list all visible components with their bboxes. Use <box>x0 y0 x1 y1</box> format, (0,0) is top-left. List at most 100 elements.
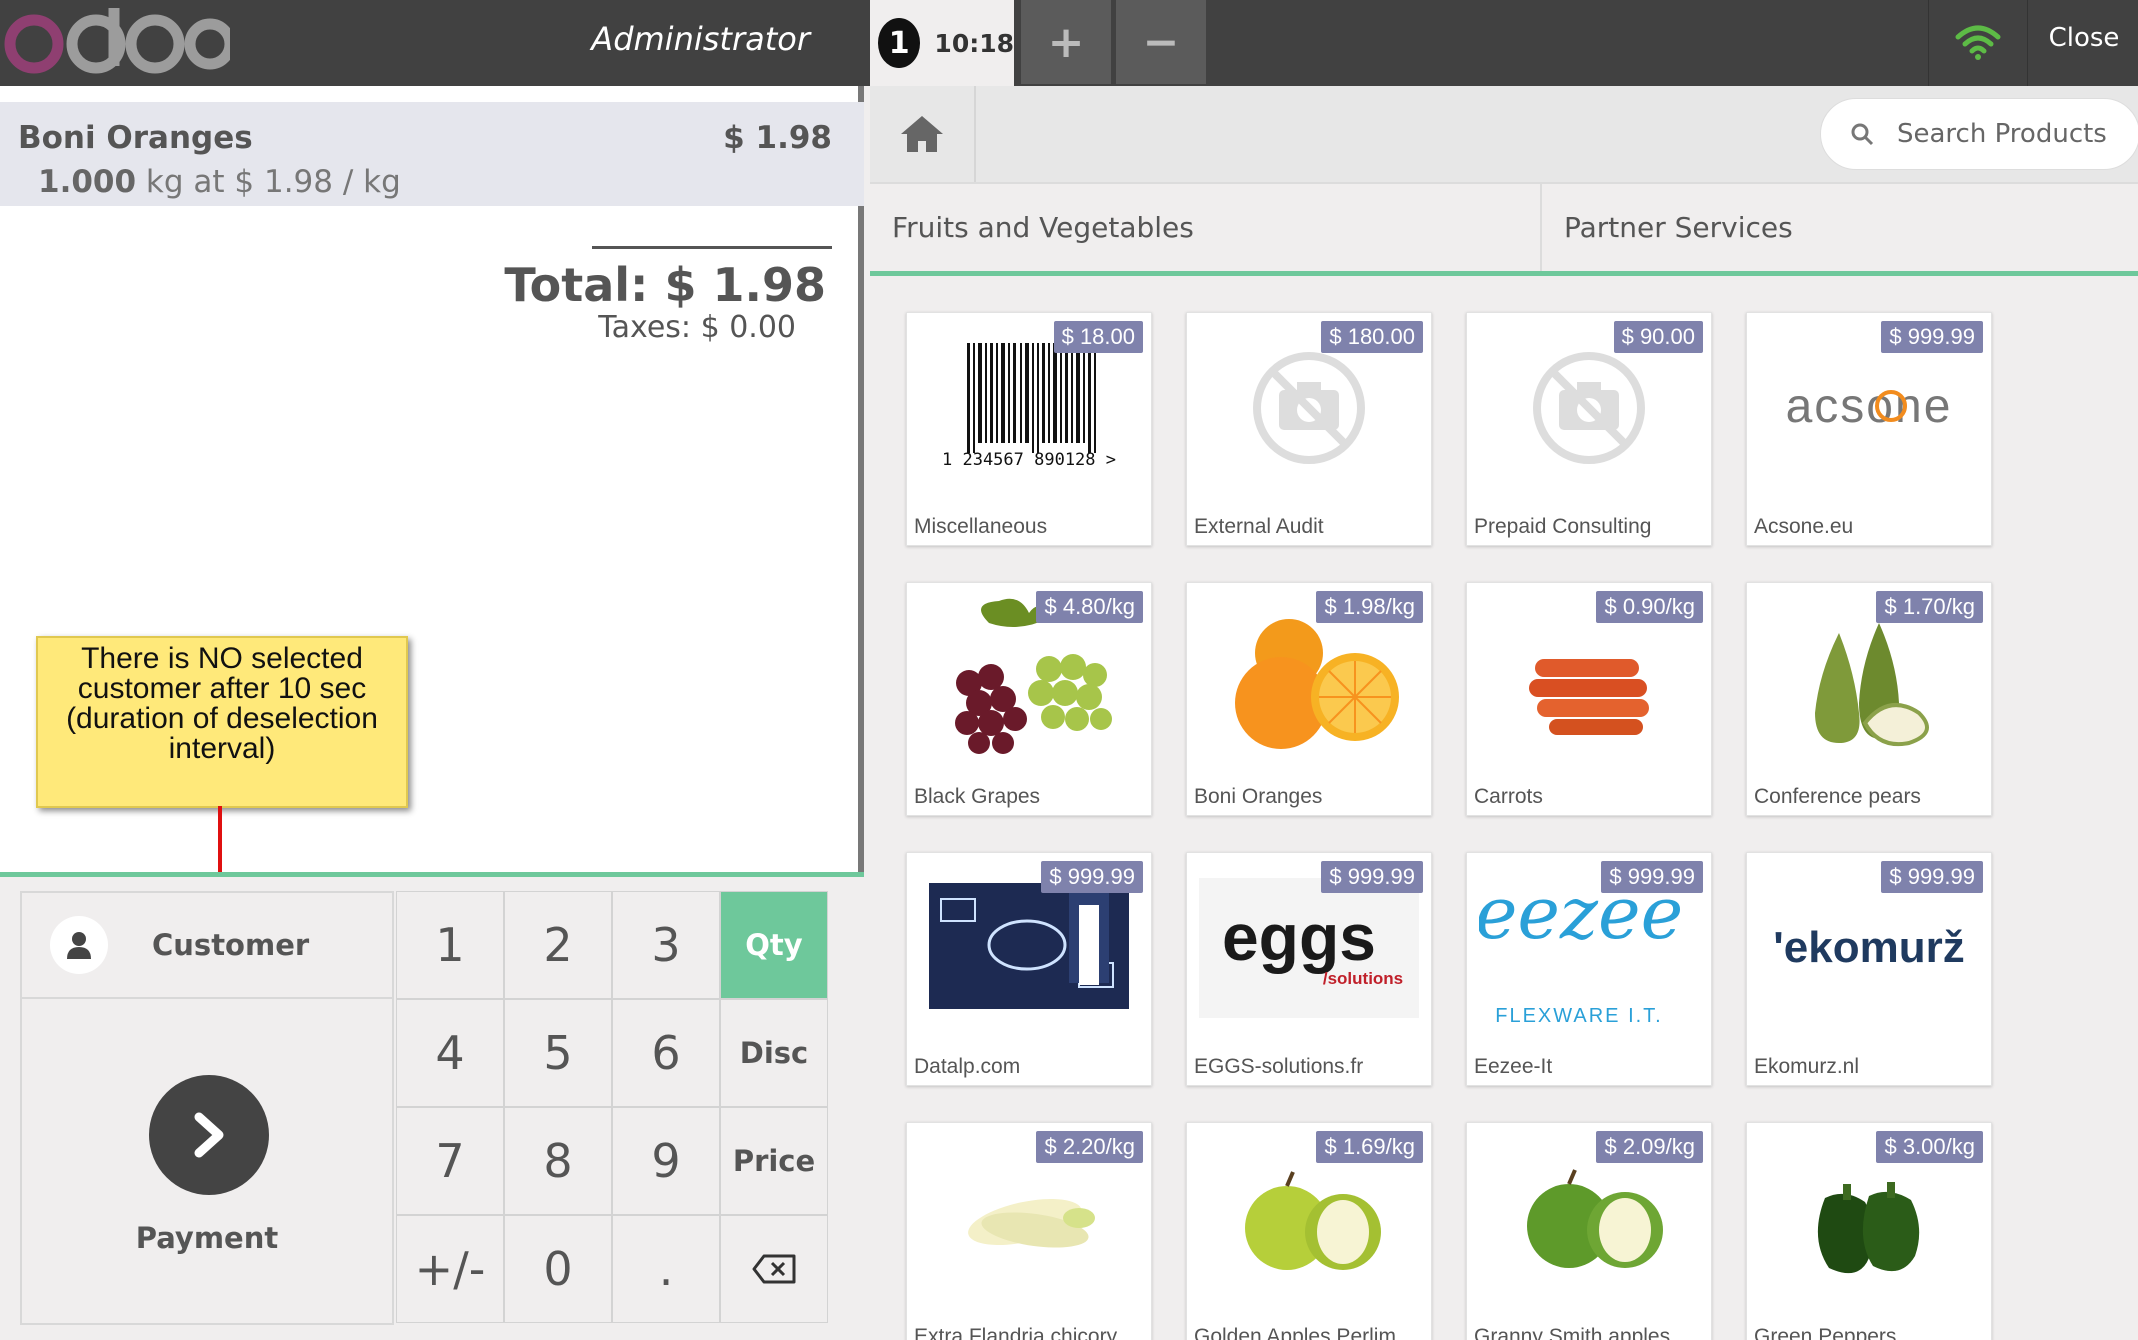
product-card-eezee-it[interactable]: eezee FLEXWARE I.T. $ 999.99 Eezee-It <box>1466 852 1712 1086</box>
product-price: $ 1.70/kg <box>1876 591 1983 623</box>
numpad-key-7[interactable]: 7 <box>396 1107 504 1215</box>
numpad-key-2[interactable]: 2 <box>504 891 612 999</box>
home-icon <box>901 116 943 152</box>
eggs-logo-text: eggs <box>1222 900 1376 974</box>
product-card-acsone[interactable]: acsone $ 999.99 Acsone.eu <box>1746 312 1992 546</box>
mode-price-button[interactable]: Price <box>720 1107 828 1215</box>
numpad-backspace-button[interactable] <box>720 1215 828 1323</box>
user-icon <box>50 916 108 974</box>
product-card-carrots[interactable]: $ 0.90/kg Carrots <box>1466 582 1712 816</box>
pos-topbar: Administrator 1 10:18 + − Close <box>0 0 2138 86</box>
product-price: $ 999.99 <box>1881 861 1983 893</box>
backspace-icon <box>752 1254 796 1284</box>
search-icon <box>1849 121 1875 147</box>
product-card-golden-apples[interactable]: $ 1.69/kg Golden Apples Perlim <box>1186 1122 1432 1340</box>
close-button[interactable]: Close <box>2030 0 2138 86</box>
product-price: $ 180.00 <box>1321 321 1423 353</box>
plus-icon: + <box>1047 16 1085 68</box>
summary-divider <box>592 246 832 249</box>
control-pads: Customer Payment 1 2 3 Qty 4 5 6 Disc 7 … <box>0 872 864 1340</box>
order-tab-active[interactable]: 1 10:18 <box>870 0 1014 86</box>
order-total: Total: $ 1.98 <box>504 258 826 312</box>
orderline-selected[interactable]: Boni Oranges $ 1.98 1.000 kg at $ 1.98 /… <box>0 102 864 206</box>
home-button[interactable] <box>870 86 976 182</box>
annotation-callout: There is NO selected customer after 10 s… <box>36 636 408 808</box>
orderline-price: $ 1.98 <box>723 120 832 156</box>
product-price: $ 2.20/kg <box>1036 1131 1143 1163</box>
numpad-key-3[interactable]: 3 <box>612 891 720 999</box>
barcode-digits: 1 234567 890128 > <box>942 450 1116 470</box>
order-taxes: Taxes: $ 0.00 <box>598 310 796 345</box>
orderline-info: 1.000 kg at $ 1.98 / kg <box>38 164 401 200</box>
product-card-granny-smith-apples[interactable]: $ 2.09/kg Granny Smith apples <box>1466 1122 1712 1340</box>
product-price: $ 999.99 <box>1041 861 1143 893</box>
username[interactable]: Administrator <box>560 0 810 86</box>
product-price: $ 3.00/kg <box>1876 1131 1983 1163</box>
product-card-prepaid-consulting[interactable]: $ 90.00 Prepaid Consulting <box>1466 312 1712 546</box>
product-card-black-grapes[interactable]: $ 4.80/kg Black Grapes <box>906 582 1152 816</box>
order-pane: Boni Oranges $ 1.98 1.000 kg at $ 1.98 /… <box>0 86 864 1340</box>
wifi-icon <box>1955 25 2001 60</box>
product-price: $ 999.99 <box>1321 861 1423 893</box>
product-name: Green Peppers <box>1754 1325 1897 1340</box>
mode-qty-button[interactable]: Qty <box>720 891 828 999</box>
acsone-logo-text: acsone <box>1786 380 1953 433</box>
product-name: Miscellaneous <box>914 515 1048 538</box>
product-card-boni-oranges[interactable]: $ 1.98/kg Boni Oranges <box>1186 582 1432 816</box>
product-name: Prepaid Consulting <box>1474 515 1652 538</box>
product-name: EGGS-solutions.fr <box>1194 1055 1364 1078</box>
customer-button[interactable]: Customer <box>20 891 394 999</box>
product-price: $ 1.98/kg <box>1316 591 1423 623</box>
numpad: 1 2 3 Qty 4 5 6 Disc 7 8 9 Price +/- 0 . <box>396 891 830 1325</box>
payment-button[interactable]: Payment <box>20 999 394 1325</box>
numpad-key-9[interactable]: 9 <box>612 1107 720 1215</box>
product-card-external-audit[interactable]: $ 180.00 External Audit <box>1186 312 1432 546</box>
order-number-badge: 1 <box>878 18 921 68</box>
search-box[interactable]: Search Products <box>1820 98 2138 170</box>
product-name: Ekomurz.nl <box>1754 1055 1860 1078</box>
product-name: Conference pears <box>1754 785 1921 808</box>
customer-label: Customer <box>152 928 310 962</box>
product-name: Carrots <box>1474 785 1543 808</box>
numpad-key-dot[interactable]: . <box>612 1215 720 1323</box>
mode-disc-button[interactable]: Disc <box>720 999 828 1107</box>
product-card-datalp[interactable]: $ 999.99 Datalp.com <box>906 852 1152 1086</box>
product-price: $ 1.69/kg <box>1316 1131 1423 1163</box>
orderline-qty: 1.000 <box>38 164 137 200</box>
product-name: Acsone.eu <box>1754 515 1854 538</box>
product-name: Golden Apples Perlim <box>1194 1325 1396 1340</box>
product-card-extra-flandria-chicory[interactable]: $ 2.20/kg Extra Flandria chicory <box>906 1122 1152 1340</box>
numpad-key-5[interactable]: 5 <box>504 999 612 1107</box>
ekomurz-logo-text: 'ekomurž <box>1773 923 1964 972</box>
numpad-key-minus[interactable]: +/- <box>396 1215 504 1323</box>
add-order-button[interactable]: + <box>1021 0 1111 84</box>
product-card-conference-pears[interactable]: $ 1.70/kg Conference pears <box>1746 582 1992 816</box>
product-name: External Audit <box>1194 515 1324 538</box>
products-pane: Search Products Fruits and Vegetables Pa… <box>870 86 2138 1340</box>
order-time: 10:18 <box>934 28 1014 58</box>
product-card-green-peppers[interactable]: $ 3.00/kg Green Peppers <box>1746 1122 1992 1340</box>
numpad-key-1[interactable]: 1 <box>396 891 504 999</box>
minus-icon: − <box>1142 16 1180 68</box>
numpad-key-0[interactable]: 0 <box>504 1215 612 1323</box>
numpad-key-4[interactable]: 4 <box>396 999 504 1107</box>
eezee-logo-subtext: FLEXWARE I.T. <box>1495 1005 1663 1027</box>
product-card-ekomurz[interactable]: 'ekomurž $ 999.99 Ekomurz.nl <box>1746 852 1992 1086</box>
product-card-miscellaneous[interactable]: 1 234567 890128 > $ 18.00 Miscellaneous <box>906 312 1152 546</box>
eggs-logo-subtext: /solutions <box>1323 969 1403 988</box>
numpad-key-6[interactable]: 6 <box>612 999 720 1107</box>
proxy-status[interactable] <box>1928 0 2028 86</box>
product-price: $ 999.99 <box>1881 321 1983 353</box>
category-fruits-and-vegetables[interactable]: Fruits and Vegetables <box>870 184 1542 271</box>
product-name: Boni Oranges <box>1194 785 1323 808</box>
remove-order-button[interactable]: − <box>1116 0 1206 84</box>
search-input[interactable]: Search Products <box>1897 119 2107 149</box>
numpad-key-8[interactable]: 8 <box>504 1107 612 1215</box>
product-name: Extra Flandria chicory <box>914 1325 1118 1340</box>
odoo-logo <box>0 4 230 80</box>
product-card-eggs-solutions[interactable]: eggs /solutions $ 999.99 EGGS-solutions.… <box>1186 852 1432 1086</box>
category-partner-services[interactable]: Partner Services <box>1542 184 2138 271</box>
product-price: $ 4.80/kg <box>1036 591 1143 623</box>
product-name: Eezee-It <box>1474 1055 1553 1078</box>
product-name: Black Grapes <box>914 785 1041 808</box>
